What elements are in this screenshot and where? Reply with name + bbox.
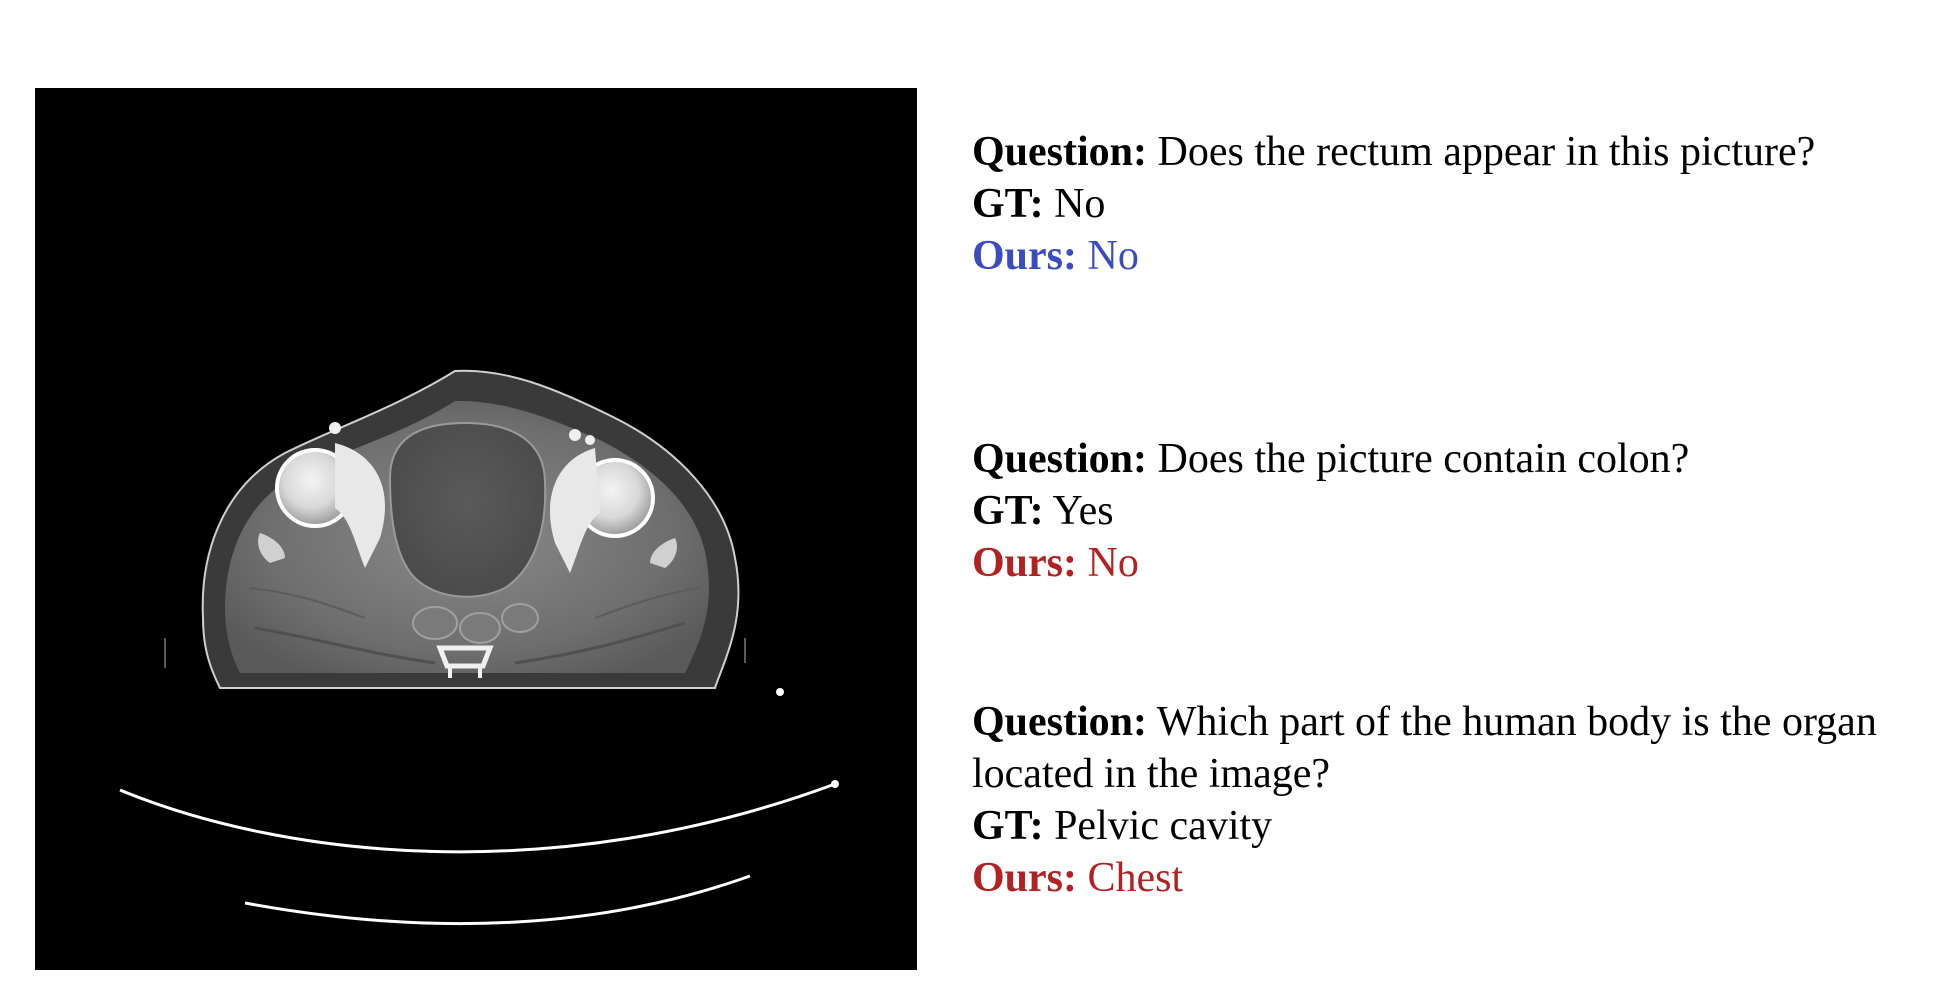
qa-item-1: Question: Does the rectum appear in this… [972,126,1912,282]
ct-bladder [388,421,547,598]
question-label: Question: [972,699,1148,745]
ours-line: Ours: No [972,230,1912,282]
gt-label: GT: [972,488,1044,534]
ours-label: Ours: [972,540,1077,586]
ct-scan-image [35,88,917,970]
ours-answer: Chest [1087,855,1184,901]
question-line: Question: Which part of the human body i… [972,696,1912,800]
ours-label: Ours: [972,855,1077,901]
ct-table-arc-upper [119,782,836,854]
ours-answer: No [1087,233,1139,279]
ct-scan-illustration [119,369,839,926]
gt-line: GT: Pelvic cavity [972,800,1912,852]
question-text: Does the rectum appear in this picture? [1157,129,1816,175]
gt-line: GT: Yes [972,485,1912,537]
question-label: Question: [972,129,1148,175]
gt-label: GT: [972,181,1044,227]
question-line: Question: Does the picture contain colon… [972,433,1912,485]
ours-label: Ours: [972,233,1077,279]
qa-item-3: Question: Which part of the human body i… [972,696,1912,904]
ours-line: Ours: Chest [972,852,1912,904]
gt-line: GT: No [972,178,1912,230]
qa-item-2: Question: Does the picture contain colon… [972,433,1912,589]
ct-table-arc-lower [244,874,751,926]
ours-answer: No [1087,540,1139,586]
gt-answer: Pelvic cavity [1054,803,1273,849]
question-line: Question: Does the rectum appear in this… [972,126,1912,178]
question-text: Does the picture contain colon? [1157,436,1690,482]
gt-label: GT: [972,803,1044,849]
gt-answer: No [1054,181,1106,227]
gt-answer: Yes [1052,488,1114,534]
question-label: Question: [972,436,1148,482]
ours-line: Ours: No [972,537,1912,589]
